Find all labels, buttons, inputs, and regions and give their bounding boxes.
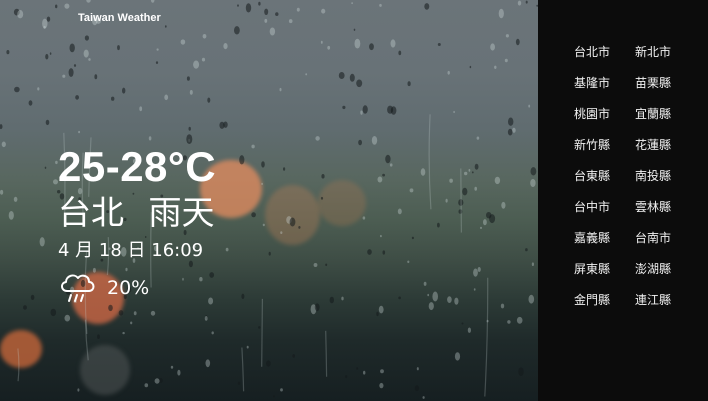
city-item-hualien[interactable]: 花蓮縣 — [635, 136, 683, 153]
date-time: 4 月 18 日 16:09 — [58, 240, 204, 261]
city-item-kinmen[interactable]: 金門縣 — [574, 291, 635, 308]
weather-app: Taiwan Weather 25-28°C 台北 雨天 4 月 18 日 16… — [0, 0, 708, 401]
location-condition-row: 台北 雨天 — [58, 193, 216, 233]
city-item-new-taipei[interactable]: 新北市 — [635, 43, 683, 60]
city-item-lienchiang[interactable]: 連江縣 — [635, 291, 683, 308]
city-item-taoyuan[interactable]: 桃園市 — [574, 105, 635, 122]
city-item-taitung[interactable]: 台東縣 — [574, 167, 635, 184]
city-item-miaoli[interactable]: 苗栗縣 — [635, 74, 683, 91]
city-item-penghu[interactable]: 澎湖縣 — [635, 260, 683, 277]
rain-chance-row: 20% — [58, 271, 216, 305]
city-list: 台北市 新北市 基隆市 苗栗縣 桃園市 宜蘭縣 新竹縣 花蓮縣 台東縣 南投縣 台中市 雲林縣 嘉義縣台… — [574, 36, 683, 315]
city-item-taichung[interactable]: 台中市 — [574, 198, 635, 215]
weather-condition: 雨天 — [148, 193, 215, 232]
city-item-hsinchu[interactable]: 新竹縣 — [574, 136, 635, 153]
location-name: 台北 — [58, 193, 124, 232]
city-sidebar: 台北市 新北市 基隆市 苗栗縣 桃園市 宜蘭縣 新竹縣 花蓮縣 台東縣 南投縣 台中市 雲林縣 嘉義縣台… — [538, 0, 708, 401]
city-item-keelung[interactable]: 基隆市 — [574, 74, 635, 91]
city-item-tainan[interactable]: 台南市 — [635, 229, 683, 246]
rain-cloud-icon — [61, 274, 95, 302]
city-item-chiayi[interactable]: 嘉義縣 — [574, 229, 635, 246]
city-item-pingtung[interactable]: 屏東縣 — [574, 260, 635, 277]
app-title: Taiwan Weather — [78, 12, 161, 24]
city-item-nantou[interactable]: 南投縣 — [635, 167, 683, 184]
city-item-yunlin[interactable]: 雲林縣 — [635, 198, 683, 215]
city-item-taipei[interactable]: 台北市 — [574, 43, 635, 60]
city-item-yilan[interactable]: 宜蘭縣 — [635, 105, 683, 122]
temperature-range: 25-28°C — [58, 143, 217, 190]
current-weather-panel: 25-28°C 台北 雨天 4 月 18 日 16:09 20% — [58, 143, 216, 305]
rain-chance: 20% — [107, 277, 150, 299]
